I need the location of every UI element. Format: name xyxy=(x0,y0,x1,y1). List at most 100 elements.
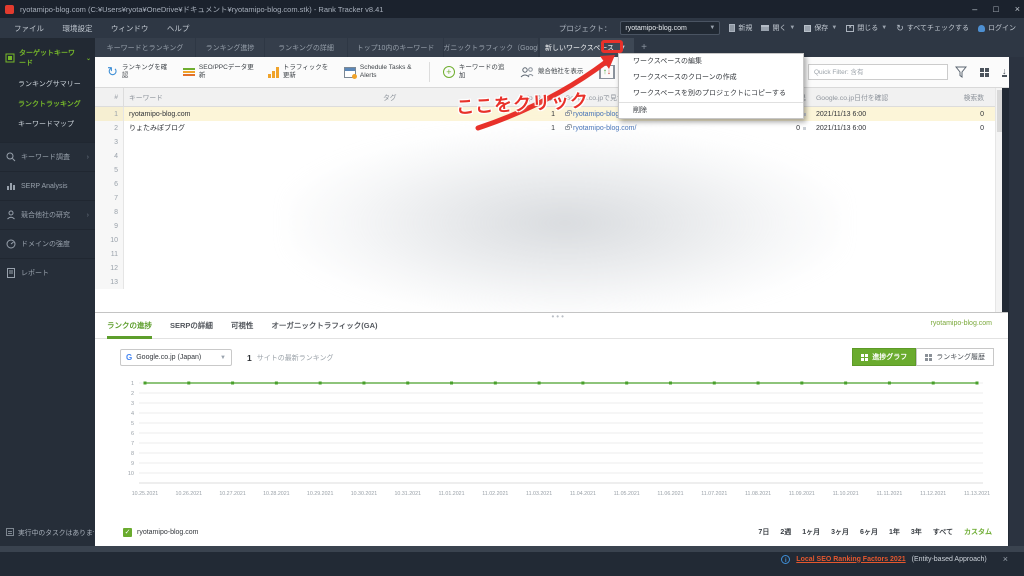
project-select[interactable]: ryotamipo-blog.com ▼ xyxy=(620,21,721,35)
save-project-button[interactable]: 保存 ▼ xyxy=(804,23,837,33)
progress-graph-button[interactable]: 進捗グラフ xyxy=(852,348,917,366)
table-row[interactable]: 12 xyxy=(95,261,1002,275)
range-button[interactable]: 7日 xyxy=(758,527,769,537)
column-header-keyword[interactable]: キーワード xyxy=(124,88,378,106)
range-button[interactable]: 3ヶ月 xyxy=(831,527,849,537)
tab-ranking-details[interactable]: ランキングの詳細 xyxy=(265,38,347,57)
login-button[interactable]: ログイン xyxy=(978,23,1016,33)
columns-icon[interactable] xyxy=(980,67,989,77)
range-button[interactable]: 6ヶ月 xyxy=(860,527,878,537)
panel-tab-serp-details[interactable]: SERPの詳細 xyxy=(170,313,213,339)
table-row[interactable]: 4 xyxy=(95,149,1002,163)
svg-text:5: 5 xyxy=(131,421,134,427)
sidebar-section-target-keywords[interactable]: ターゲットキーワード ⌄ xyxy=(0,44,95,74)
minimize-button[interactable]: – xyxy=(972,0,977,18)
menu-item-copy-workspace[interactable]: ワークスペースを別のプロジェクトにコピーする xyxy=(619,86,803,102)
column-header-searches[interactable]: 検索数 xyxy=(903,88,1002,106)
menu-window[interactable]: ウィンドウ xyxy=(111,19,149,39)
panel-tab-rank-progress[interactable]: ランクの進捗 xyxy=(107,313,152,339)
quick-filter-input[interactable] xyxy=(808,64,948,80)
table-row[interactable]: 6 xyxy=(95,177,1002,191)
open-project-button[interactable]: 開く ▼ xyxy=(761,23,795,33)
chevron-down-icon: ▼ xyxy=(709,25,716,31)
table-row[interactable]: 5 xyxy=(95,163,1002,177)
sidebar-item-domain-strength[interactable]: ドメインの強度 xyxy=(0,229,95,258)
table-row[interactable]: 2 りょたみぽブログ 1 ryotamipo-blog.com/0 2021/11/13… xyxy=(95,121,1002,135)
range-button[interactable]: 2週 xyxy=(780,527,791,537)
svg-text:11.08.2021: 11.08.2021 xyxy=(745,491,771,497)
svg-text:11.11.2021: 11.11.2021 xyxy=(877,491,903,497)
svg-text:10.29.2021: 10.29.2021 xyxy=(307,491,334,497)
table-row[interactable]: 13 xyxy=(95,275,1002,289)
table-row[interactable]: 10 xyxy=(95,233,1002,247)
sidebar-item-serp-analysis[interactable]: SERP Analysis xyxy=(0,171,95,200)
show-competitors-button[interactable]: 競合他社を表示 xyxy=(520,66,586,78)
sidebar-item-reports[interactable]: レポート xyxy=(0,258,95,287)
sidebar-item-competitor-research[interactable]: 競合他社の研究 › xyxy=(0,200,95,229)
schedule-tasks-button[interactable]: Schedule Tasks & Alerts xyxy=(343,64,416,80)
app-logo-icon xyxy=(5,4,14,14)
annotation-highlight-box xyxy=(601,40,623,53)
table-row[interactable]: 3 xyxy=(95,135,1002,149)
tab-top10-keywords[interactable]: トップ10内のキーワード xyxy=(348,38,443,57)
column-header-num[interactable]: # xyxy=(95,88,124,106)
menu-item-delete-workspace[interactable]: 削除 xyxy=(619,102,803,118)
range-button[interactable]: 1年 xyxy=(889,527,900,537)
menu-bar: ファイル 環境設定 ウィンドウ ヘルプ プロジェクト： ryotamipo-bl… xyxy=(0,18,1024,38)
project-label: プロジェクト： xyxy=(558,23,612,33)
search-engine-select[interactable]: G Google.co.jp (Japan) ▼ xyxy=(120,349,232,366)
close-button[interactable]: × xyxy=(1015,0,1020,18)
check-rankings-button[interactable]: ↻ ランキングを確認 xyxy=(107,64,170,80)
menu-help[interactable]: ヘルプ xyxy=(167,19,190,39)
table-scrollbar[interactable] xyxy=(995,88,1002,312)
sidebar-item-rank-tracking[interactable]: ランクトラッキング xyxy=(0,94,95,114)
panel-tab-organic-traffic[interactable]: オーガニックトラフィック(GA) xyxy=(271,313,377,339)
target-keywords-icon xyxy=(5,53,15,63)
ranking-history-button[interactable]: ランキング履歴 xyxy=(916,348,994,366)
download-icon[interactable]: ↓ xyxy=(1002,66,1007,77)
sidebar-item-keyword-research[interactable]: キーワード調査 › xyxy=(0,142,95,171)
notice-close-icon[interactable]: × xyxy=(1003,554,1008,564)
notice-link[interactable]: Local SEO Ranking Factors 2021 xyxy=(796,556,905,563)
new-project-button[interactable]: 新規 xyxy=(729,23,752,33)
folder-icon xyxy=(761,25,770,31)
check-all-button[interactable]: ↻ すべてチェックする xyxy=(896,23,969,34)
menu-item-edit-workspace[interactable]: ワークスペースの編集 xyxy=(619,54,803,70)
column-header-check-date[interactable]: Google.co.jp日付を確認 xyxy=(811,88,903,106)
svg-text:11.02.2021: 11.02.2021 xyxy=(482,491,508,497)
sidebar-item-keyword-map[interactable]: キーワードマップ xyxy=(0,114,95,134)
table-row[interactable]: 8 xyxy=(95,205,1002,219)
menu-item-clone-workspace[interactable]: ワークスペースのクローンの作成 xyxy=(619,70,803,86)
close-project-button[interactable]: × 閉じる ▼ xyxy=(846,23,887,33)
tab-ranking-progress[interactable]: ランキング進捗 xyxy=(196,38,264,57)
menu-file[interactable]: ファイル xyxy=(14,19,44,39)
plus-circle-icon: + xyxy=(442,66,455,78)
running-tasks-status[interactable]: 実行中のタスクはありません xyxy=(6,527,94,537)
tab-organic-traffic[interactable]: オーガニックトラフィック（Google A.. xyxy=(444,38,538,57)
chevron-down-icon: ▼ xyxy=(220,354,226,361)
splitter-handle[interactable]: ••• xyxy=(552,312,566,321)
range-button[interactable]: 3年 xyxy=(911,527,922,537)
add-keywords-button[interactable]: + キーワードの追加 xyxy=(442,64,507,80)
update-seo-ppc-button[interactable]: SEO/PPCデータ更新 xyxy=(182,64,255,80)
table-row[interactable]: 11 xyxy=(95,247,1002,261)
svg-text:11.06.2021: 11.06.2021 xyxy=(657,491,683,497)
range-button[interactable]: 1ヶ月 xyxy=(802,527,820,537)
table-row[interactable]: 7 xyxy=(95,191,1002,205)
table-row[interactable]: 9 xyxy=(95,219,1002,233)
tab-keywords-and-rankings[interactable]: キーワードとランキング xyxy=(95,38,195,57)
svg-text:4: 4 xyxy=(131,411,134,417)
panel-tab-visibility[interactable]: 可視性 xyxy=(231,313,254,339)
legend-checkbox[interactable]: ✓ xyxy=(123,528,132,537)
filter-icon[interactable] xyxy=(955,66,967,78)
menu-preferences[interactable]: 環境設定 xyxy=(62,19,92,39)
maximize-button[interactable]: □ xyxy=(993,0,998,18)
update-traffic-button[interactable]: トラフィックを更新 xyxy=(267,64,331,80)
sidebar: ターゲットキーワード ⌄ ランキングサマリー ランクトラッキング キーワードマップ… xyxy=(0,38,95,546)
rank-progress-chart: 1 2 3 4 5 6 7 8 9 10 10.25.2021 10.26.2021 10.27.202… xyxy=(117,375,997,512)
range-button[interactable]: カスタム xyxy=(964,527,992,537)
svg-text:11.01.2021: 11.01.2021 xyxy=(438,491,464,497)
sidebar-item-ranking-summary[interactable]: ランキングサマリー xyxy=(0,74,95,94)
result-url[interactable]: ryotamipo-blog.com/ xyxy=(573,125,636,132)
range-button[interactable]: すべて xyxy=(933,527,953,537)
